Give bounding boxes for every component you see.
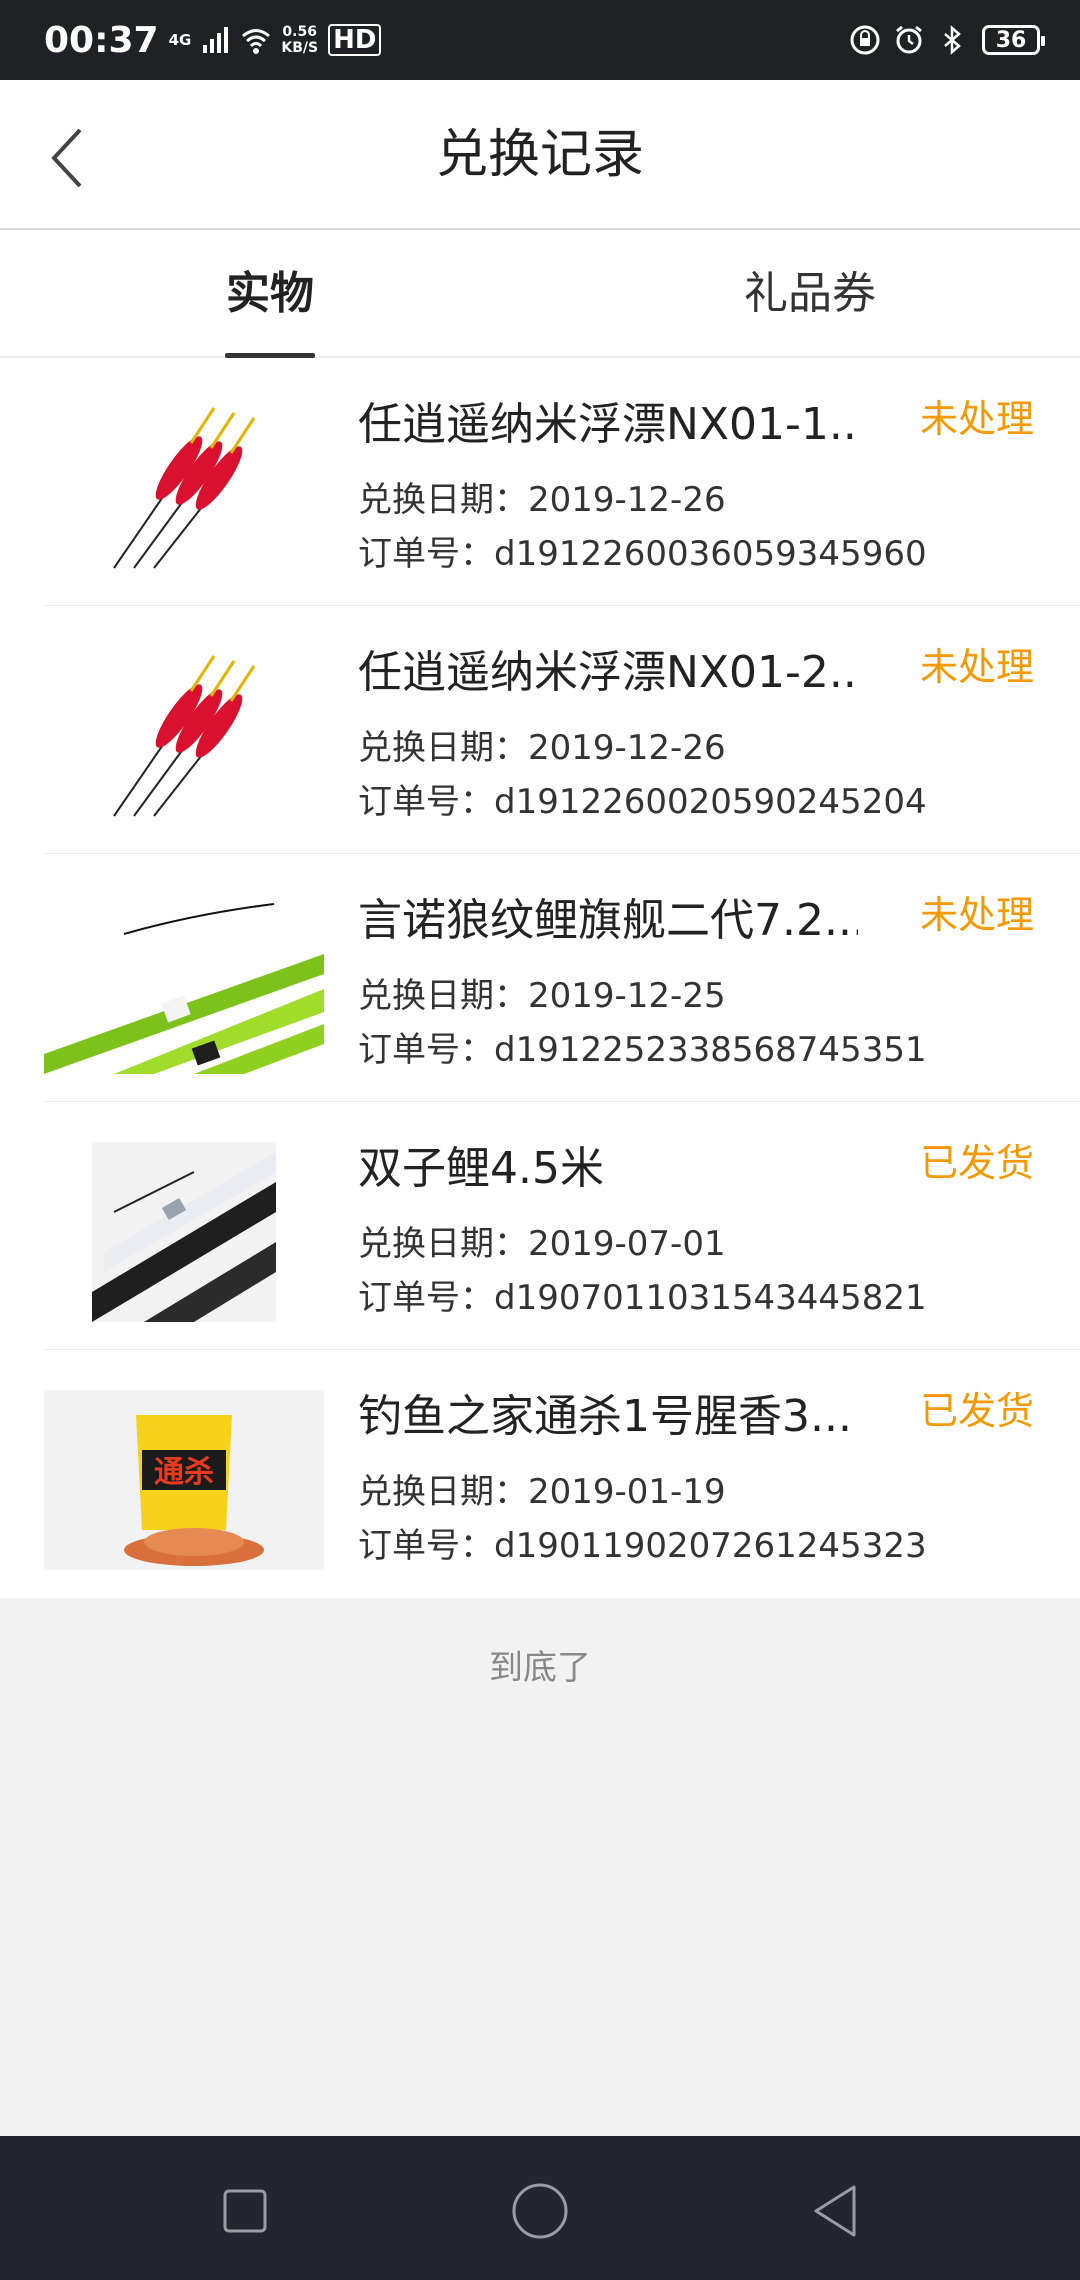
item-title: 双子鲤4.5米	[358, 1143, 604, 1194]
item-title: 钓鱼之家通杀1号腥香3...	[358, 1391, 852, 1442]
item-title: 任逍遥纳米浮漂NX01-2...	[358, 647, 858, 698]
exchange-date: 兑换日期：2019-12-25	[358, 976, 726, 1016]
home-button[interactable]	[495, 2166, 585, 2256]
signal-icon	[203, 27, 229, 53]
exchange-record-list: 任逍遥纳米浮漂NX01-1... 未处理 兑换日期：2019-12-26 订单号…	[0, 358, 1080, 1598]
rod-green-icon	[44, 894, 324, 1074]
float-icon	[44, 398, 324, 578]
end-of-list-text: 到底了	[489, 1648, 591, 1688]
back-nav-button[interactable]	[790, 2166, 880, 2256]
svg-text:通杀: 通杀	[154, 1455, 214, 1490]
status-badge: 已发货	[919, 1141, 1034, 1185]
order-number: 订单号：d1912260020590245204	[358, 782, 927, 822]
list-item[interactable]: 言诺狼纹鲤旗舰二代7.2... 未处理 兑换日期：2019-12-25 订单号：…	[0, 854, 1080, 1102]
list-item[interactable]: 双子鲤4.5米 已发货 兑换日期：2019-07-01 订单号：d1907011…	[0, 1102, 1080, 1350]
back-button[interactable]	[36, 118, 96, 198]
triangle-back-icon	[814, 2185, 856, 2237]
status-bar: 00:37 4G 0.56 KB/S HD 36	[0, 0, 1080, 80]
wifi-icon	[242, 29, 271, 54]
hd-icon: HD	[328, 24, 382, 56]
list-item[interactable]: 通杀 钓鱼之家通杀1号腥香3... 已发货 兑换日期：2019-01-19 订单…	[0, 1350, 1080, 1598]
network-type: 4G	[168, 30, 192, 49]
status-badge: 未处理	[919, 397, 1034, 441]
order-number: 订单号：d1907011031543445821	[358, 1278, 927, 1318]
exchange-date: 兑换日期：2019-12-26	[358, 480, 726, 520]
status-badge: 已发货	[919, 1389, 1034, 1433]
battery-icon: 36	[982, 25, 1045, 55]
item-title: 言诺狼纹鲤旗舰二代7.2...	[358, 895, 858, 946]
bluetooth-icon	[944, 25, 961, 55]
status-badge: 未处理	[919, 645, 1034, 689]
rod-black-icon	[44, 1142, 324, 1322]
order-number: 订单号：d1912260036059345960	[358, 534, 927, 574]
item-title: 任逍遥纳米浮漂NX01-1...	[358, 399, 858, 450]
app-header: 兑换记录	[0, 80, 1080, 230]
exchange-date: 兑换日期：2019-07-01	[358, 1224, 726, 1264]
circle-icon	[512, 2183, 568, 2239]
order-number: 订单号：d1912252338568745351	[358, 1030, 927, 1070]
alarm-icon	[896, 25, 922, 54]
page-title: 兑换记录	[435, 125, 644, 185]
chevron-left-icon	[51, 128, 82, 188]
tab-physical[interactable]: 实物	[200, 230, 340, 358]
bait-bag-icon: 通杀	[44, 1390, 324, 1570]
lock-rotation-icon	[850, 25, 880, 55]
status-time: 00:37	[44, 19, 159, 61]
category-tabs: 实物 礼品券	[0, 230, 1080, 358]
list-item[interactable]: 任逍遥纳米浮漂NX01-1... 未处理 兑换日期：2019-12-26 订单号…	[0, 358, 1080, 606]
recents-button[interactable]	[200, 2166, 290, 2256]
status-badge: 未处理	[919, 893, 1034, 937]
square-icon	[223, 2189, 267, 2233]
list-item[interactable]: 任逍遥纳米浮漂NX01-2... 未处理 兑换日期：2019-12-26 订单号…	[0, 606, 1080, 854]
exchange-date: 兑换日期：2019-01-19	[358, 1472, 726, 1512]
system-nav-bar	[0, 2136, 1080, 2280]
order-number: 订单号：d1901190207261245323	[358, 1526, 927, 1566]
tab-gift-voucher[interactable]: 礼品券	[740, 230, 880, 358]
network-speed: 0.56 KB/S	[281, 24, 319, 56]
exchange-date: 兑换日期：2019-12-26	[358, 728, 726, 768]
float-icon	[44, 646, 324, 826]
